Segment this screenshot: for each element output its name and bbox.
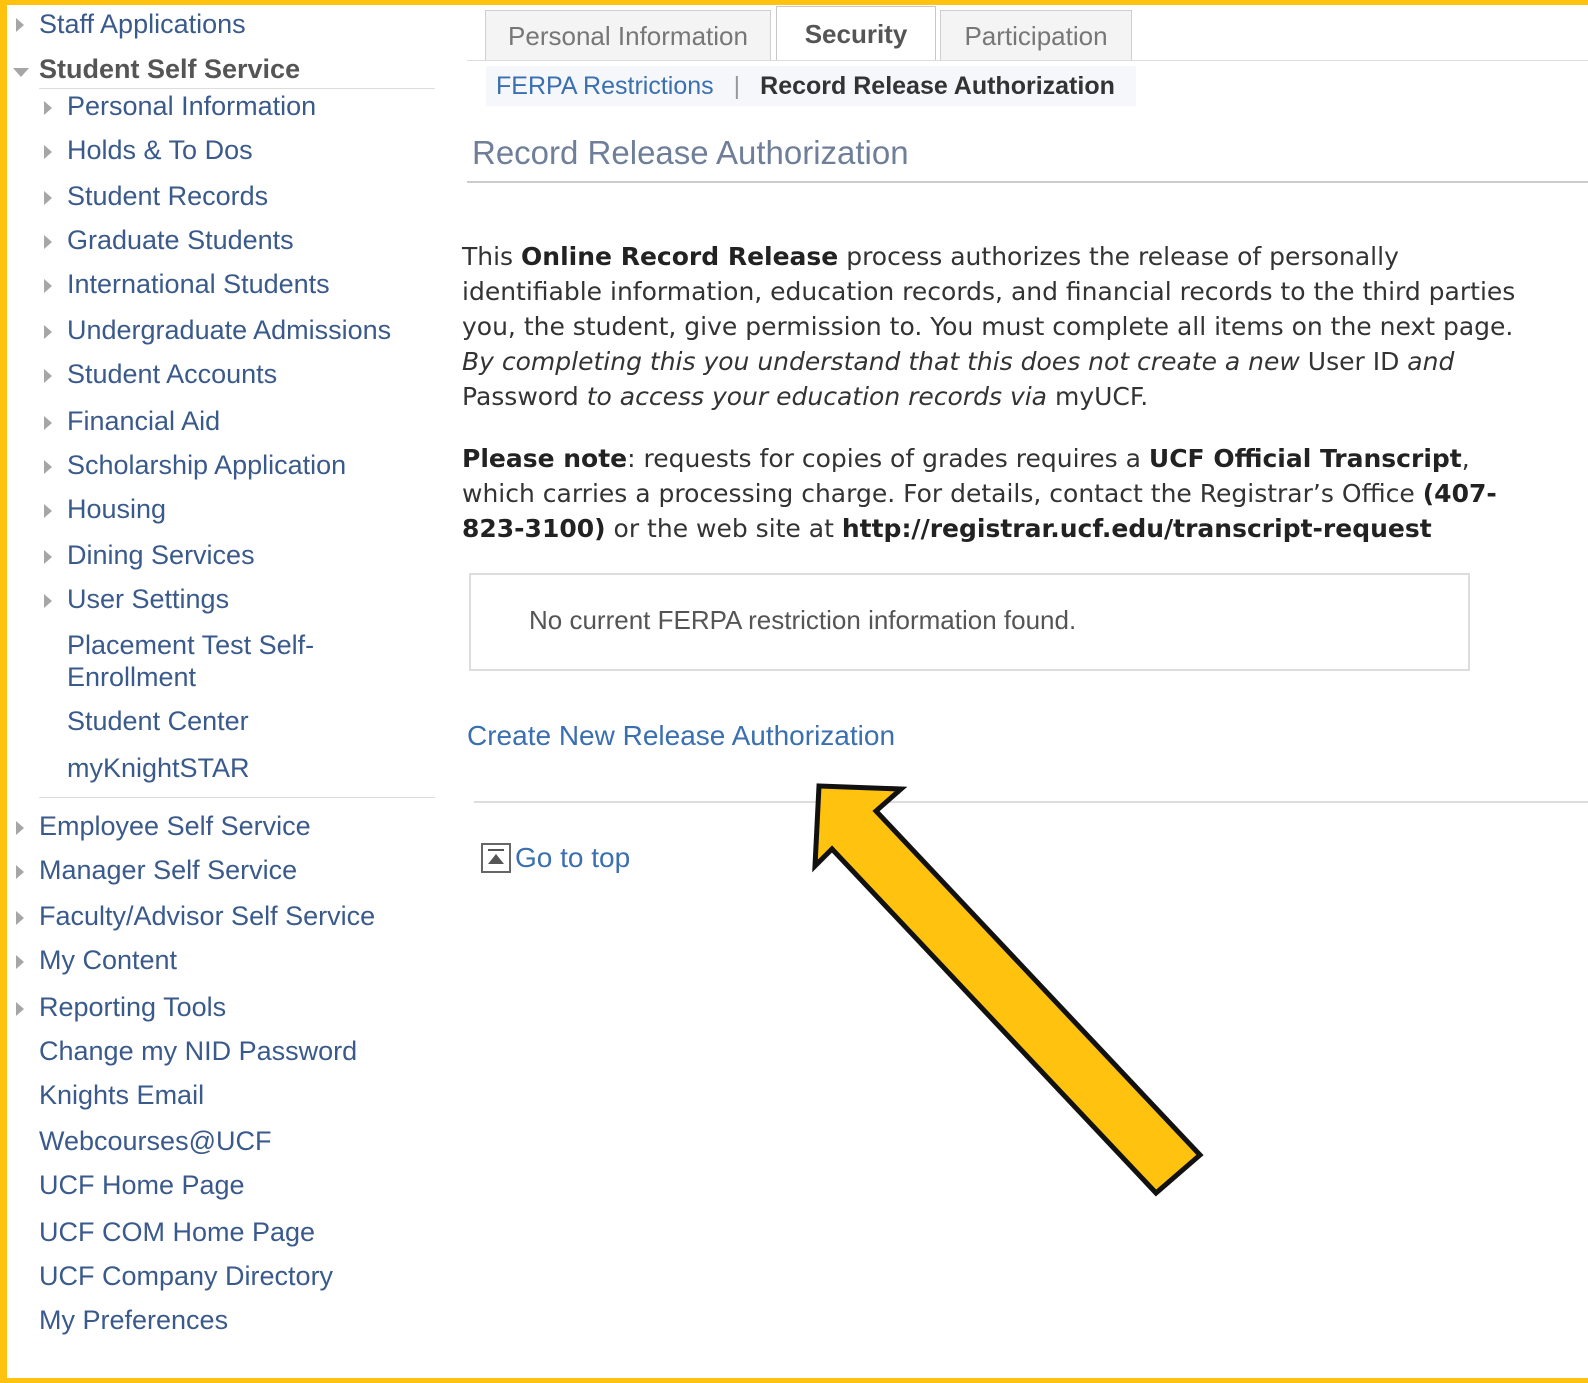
annotation-arrow-icon [812,783,1204,1197]
arrow-shape [812,783,1204,1197]
